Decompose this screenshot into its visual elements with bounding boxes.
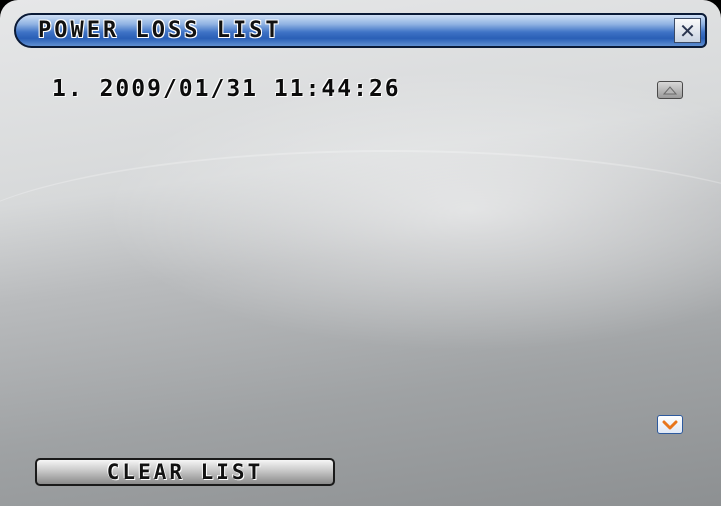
list-item[interactable]: 1. 2009/01/31 11:44:26 xyxy=(52,76,401,102)
clear-list-button[interactable]: CLEAR LIST xyxy=(35,458,335,486)
entry-index: 1. xyxy=(52,76,84,102)
scroll-up-button[interactable] xyxy=(657,81,683,99)
clear-list-label: CLEAR LIST xyxy=(106,460,264,484)
power-loss-dialog: POWER LOSS LIST ✕ 1. 2009/01/31 11:44:26… xyxy=(0,0,721,506)
close-button[interactable]: ✕ xyxy=(674,18,701,43)
close-icon: ✕ xyxy=(679,18,696,43)
chevron-up-icon xyxy=(663,86,677,95)
entry-timestamp: 2009/01/31 11:44:26 xyxy=(99,76,401,102)
scroll-down-button[interactable] xyxy=(657,415,683,434)
chevron-down-icon xyxy=(662,420,678,430)
dialog-title: POWER LOSS LIST xyxy=(38,18,282,43)
title-bar: POWER LOSS LIST ✕ xyxy=(14,13,707,48)
